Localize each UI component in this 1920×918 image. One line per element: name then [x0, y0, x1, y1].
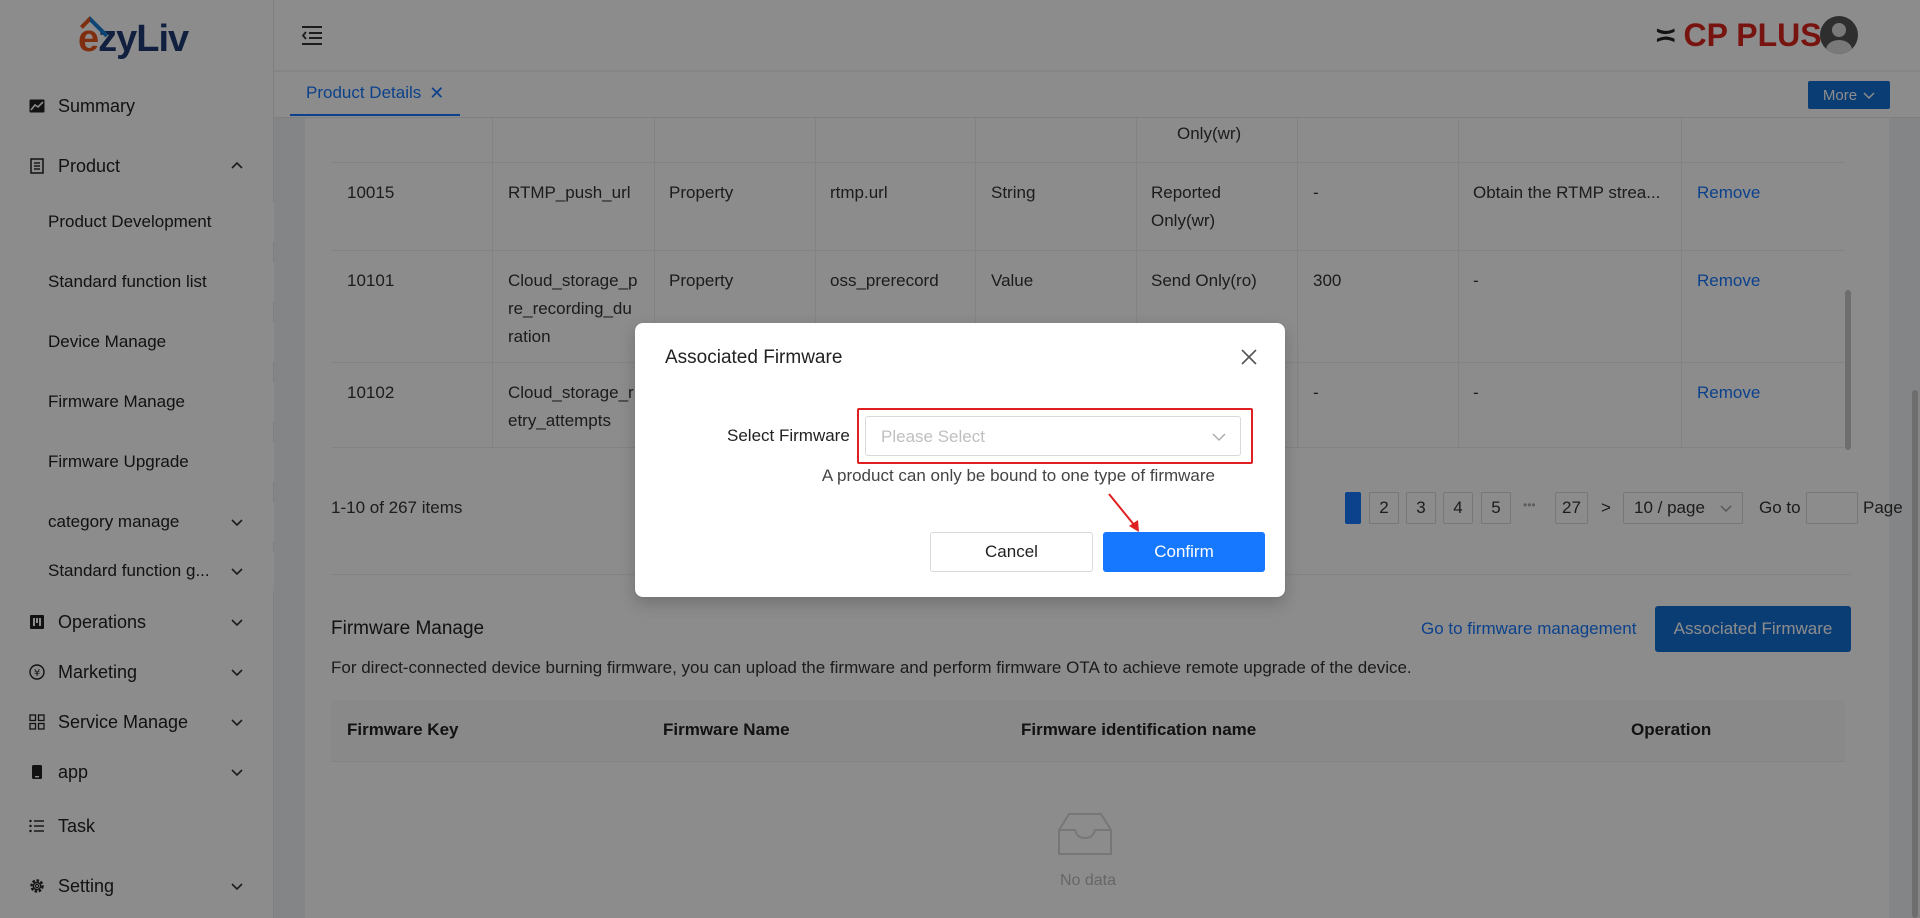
highlight-box: [857, 408, 1253, 464]
close-icon[interactable]: [1239, 347, 1259, 367]
select-firmware-label: Select Firmware: [727, 426, 850, 445]
associated-firmware-dialog: Associated Firmware Select Firmware Plea…: [635, 323, 1285, 597]
dialog-title: Associated Firmware: [665, 347, 843, 368]
annotation-arrow-icon: [1108, 493, 1139, 532]
confirm-button[interactable]: Confirm: [1103, 532, 1265, 572]
button-label: Cancel: [985, 542, 1038, 561]
firmware-hint: A product can only be bound to one type …: [821, 466, 1215, 485]
button-label: Confirm: [1154, 542, 1214, 561]
cancel-button[interactable]: Cancel: [930, 532, 1093, 572]
